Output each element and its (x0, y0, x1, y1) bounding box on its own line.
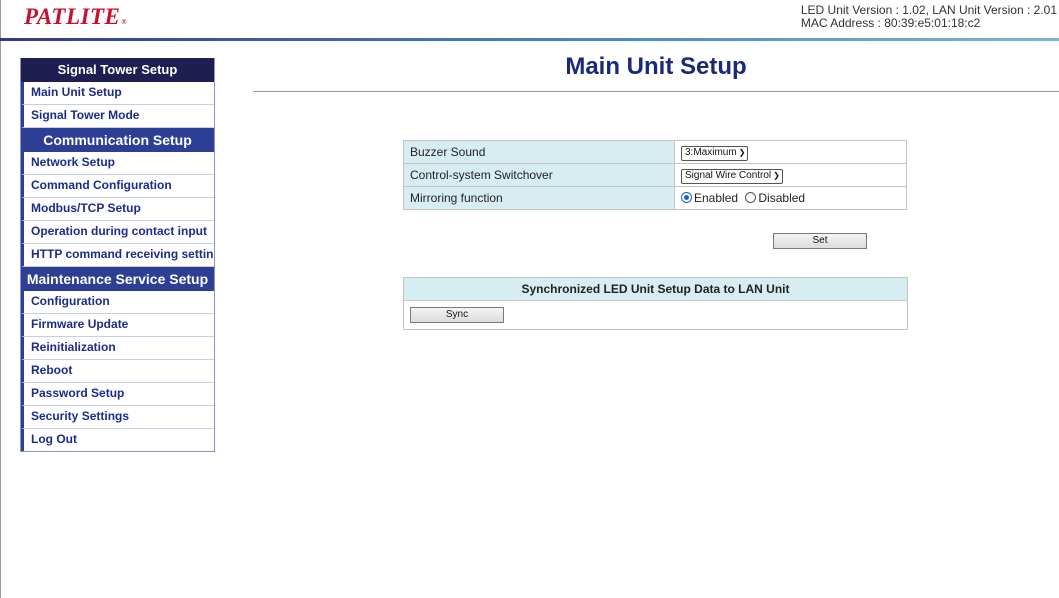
sidebar-item-log-out[interactable]: Log Out (21, 429, 214, 451)
control-switchover-select[interactable]: Signal Wire Control ❯ (681, 168, 783, 184)
sidebar-item-signal-tower-mode[interactable]: Signal Tower Mode (21, 105, 214, 128)
mirroring-disabled-radio[interactable] (745, 192, 757, 203)
mirroring-cell: Enabled Disabled (674, 186, 907, 210)
sync-heading: Synchronized LED Unit Setup Data to LAN … (404, 278, 907, 301)
mirroring-row: Mirroring function Enabled Disabled (403, 186, 907, 210)
header-divider (0, 38, 1059, 41)
sidebar-item-modbus-tcp-setup[interactable]: Modbus/TCP Setup (21, 198, 214, 221)
version-info: LED Unit Version : 1.02, LAN Unit Versio… (801, 4, 1057, 30)
sidebar-item-reinitialization[interactable]: Reinitialization (21, 337, 214, 360)
mirroring-label: Mirroring function (403, 186, 675, 210)
sidebar-heading-communication: Communication Setup (21, 128, 214, 152)
sidebar-item-operation-contact-input[interactable]: Operation during contact input (21, 221, 214, 244)
sidebar-heading-maintenance: Maintenance Service Setup (21, 267, 214, 291)
mirroring-enabled-radio[interactable] (681, 192, 692, 203)
sync-panel: Synchronized LED Unit Setup Data to LAN … (403, 277, 908, 330)
control-switchover-row: Control-system Switchover Signal Wire Co… (403, 163, 907, 187)
page-title: Main Unit Setup (565, 53, 747, 80)
registered-mark: ® (121, 18, 128, 26)
buzzer-sound-select[interactable]: 3:Maximum ❯ (681, 145, 749, 161)
sidebar-item-network-setup[interactable]: Network Setup (21, 152, 214, 175)
patlite-logo: PATLITE® (24, 4, 127, 35)
buzzer-sound-selected: 3:Maximum (685, 146, 737, 158)
sidebar-menu: Signal Tower Setup Main Unit Setup Signa… (20, 58, 215, 452)
sidebar-item-configuration[interactable]: Configuration (21, 291, 214, 314)
sidebar-item-main-unit-setup[interactable]: Main Unit Setup (21, 82, 214, 105)
logo-text: PATLITE (24, 4, 121, 29)
sidebar-heading-signal-tower: Signal Tower Setup (21, 58, 214, 82)
window-left-border (0, 0, 1, 598)
buzzer-sound-row: Buzzer Sound 3:Maximum ❯ (403, 140, 907, 164)
sidebar-item-security-settings[interactable]: Security Settings (21, 406, 214, 429)
sidebar-item-http-command-settings[interactable]: HTTP command receiving settings (21, 244, 214, 267)
control-switchover-label: Control-system Switchover (403, 163, 675, 187)
title-divider (253, 91, 1059, 92)
chevron-down-icon: ❯ (738, 147, 746, 157)
main-unit-settings-table: Buzzer Sound 3:Maximum ❯ Control-system S… (403, 140, 907, 210)
sidebar-item-reboot[interactable]: Reboot (21, 360, 214, 383)
mirroring-disabled-label[interactable]: Disabled (758, 191, 805, 205)
set-button[interactable]: Set (773, 233, 867, 249)
sidebar-item-firmware-update[interactable]: Firmware Update (21, 314, 214, 337)
mac-address-text: MAC Address : 80:39:e5:01:18:c2 (800, 16, 981, 30)
page-header: PATLITE® LED Unit Version : 1.02, LAN Un… (0, 0, 1059, 41)
control-switchover-cell: Signal Wire Control ❯ (674, 163, 907, 187)
mirroring-enabled-label[interactable]: Enabled (694, 191, 738, 205)
buzzer-sound-label: Buzzer Sound (403, 140, 675, 164)
buzzer-sound-cell: 3:Maximum ❯ (674, 140, 907, 164)
sync-button[interactable]: Sync (410, 307, 504, 323)
chevron-down-icon: ❯ (773, 170, 780, 180)
control-switchover-selected: Signal Wire Control (685, 169, 772, 181)
sidebar-item-password-setup[interactable]: Password Setup (21, 383, 214, 406)
sidebar-item-command-configuration[interactable]: Command Configuration (21, 175, 214, 198)
